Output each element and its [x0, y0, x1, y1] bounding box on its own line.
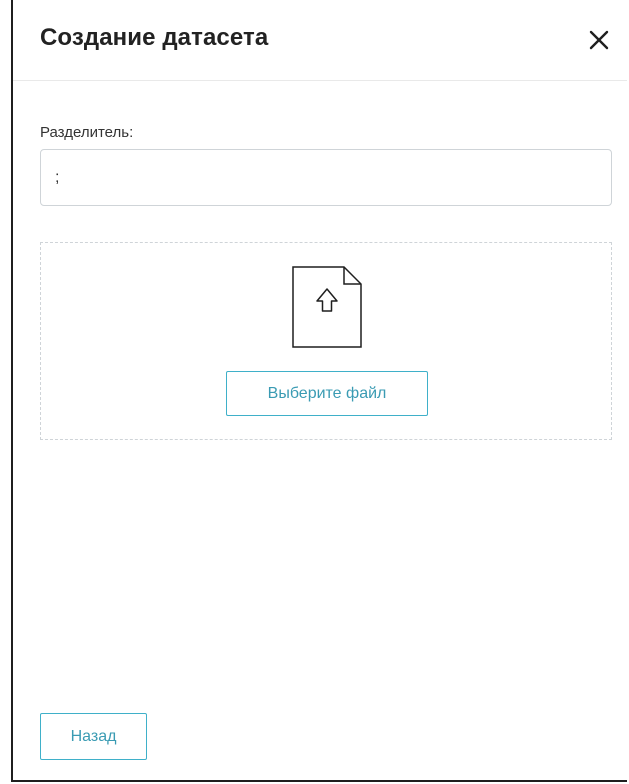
separator-label: Разделитель:: [40, 124, 134, 141]
close-icon: [589, 30, 609, 50]
file-upload-icon: [292, 266, 362, 348]
back-button[interactable]: Назад: [40, 713, 147, 760]
file-dropzone[interactable]: Выберите файл: [40, 242, 612, 440]
create-dataset-dialog: Создание датасета Разделитель: Выберите …: [11, 0, 627, 782]
choose-file-button[interactable]: Выберите файл: [226, 371, 428, 416]
close-button[interactable]: [585, 26, 613, 54]
dialog-title: Создание датасета: [40, 24, 269, 51]
separator-input[interactable]: [40, 149, 612, 206]
dialog-header: Создание датасета: [13, 0, 627, 81]
